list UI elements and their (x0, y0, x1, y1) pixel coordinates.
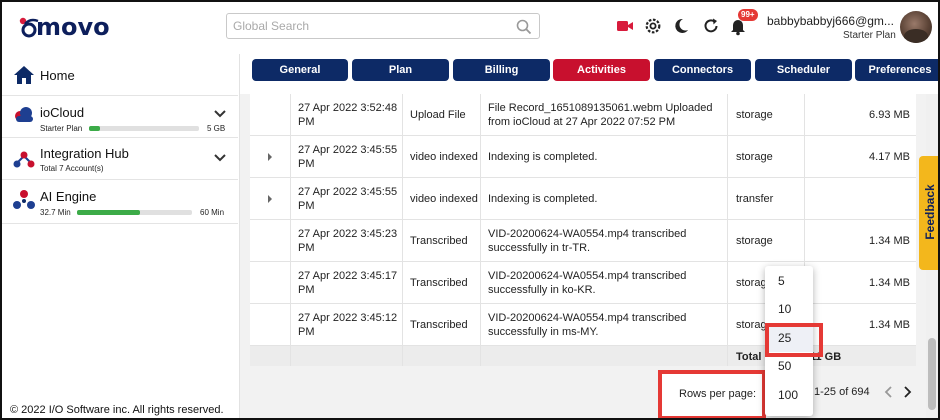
global-search[interactable] (226, 13, 540, 39)
video-camera-icon[interactable] (615, 16, 635, 36)
sidebar-item-home[interactable]: Home (2, 54, 238, 96)
cell-description: VID-20200624-WA0554.mp4 transcribed succ… (488, 311, 687, 338)
table-row: 27 Apr 2022 3:45:17 PM Transcribed VID-2… (250, 262, 916, 304)
table-row: 27 Apr 2022 3:45:55 PM video indexed Ind… (250, 136, 916, 178)
cell-description: Indexing is completed. (488, 150, 598, 163)
feedback-label: Feedback (923, 184, 937, 240)
iocloud-capacity: 5 GB (207, 124, 226, 133)
logo-text: movo (36, 13, 110, 41)
tab-connectors[interactable]: Connectors (654, 59, 751, 81)
cell-action: video indexed (410, 192, 478, 205)
cell-action: Transcribed (410, 234, 468, 247)
chevron-down-icon[interactable] (214, 154, 226, 162)
sidebar-item-iocloud[interactable]: ioCloud Starter Plan 5 GB (2, 96, 238, 138)
cell-size: 1.34 MB (869, 318, 910, 331)
rows-option-10[interactable]: 10 (765, 295, 813, 323)
cell-size (810, 178, 910, 219)
cell-type: storage (736, 108, 773, 121)
cloud-icon (15, 107, 33, 122)
sidebar-item-label: Integration Hub (40, 146, 129, 161)
cell-size: 1.34 MB (869, 276, 910, 289)
main-content: General Plan Billing Activities Connecto… (240, 54, 938, 418)
cell-description: File Record_1651089135061.webm Uploaded … (488, 101, 713, 128)
cell-action: Transcribed (410, 276, 468, 289)
scrollbar-thumb[interactable] (928, 338, 936, 410)
cell-type: storage (736, 150, 773, 163)
selected-option-highlight (765, 323, 823, 357)
integration-icon (13, 151, 35, 168)
sidebar-item-integration-hub[interactable]: Integration Hub Total 7 Account(s) (2, 138, 238, 180)
sidebar-item-label: AI Engine (40, 189, 97, 204)
tab-billing[interactable]: Billing (453, 59, 550, 81)
tab-activities[interactable]: Activities (553, 59, 650, 81)
chevron-right-icon[interactable] (900, 385, 914, 399)
cell-action: Transcribed (410, 318, 468, 331)
movo-logo[interactable]: movo (16, 14, 110, 40)
expand-row-icon[interactable] (266, 153, 274, 161)
cell-date: 27 Apr 2022 3:45:12 PM (298, 311, 398, 338)
sidebar: Home ioCloud Starter Plan 5 GB Integrati… (2, 54, 240, 418)
feedback-tab[interactable]: Feedback (919, 156, 938, 270)
cell-type: transfer (736, 192, 774, 205)
iocloud-progress-fill (89, 126, 100, 131)
cell-date: 27 Apr 2022 3:45:55 PM (298, 143, 398, 170)
avatar[interactable] (900, 11, 932, 43)
rows-option-100[interactable]: 100 (765, 381, 813, 409)
tab-general[interactable]: General (252, 59, 348, 81)
copyright-text: © 2022 I/O Software inc. All rights rese… (10, 404, 224, 416)
cell-description: VID-20200624-WA0554.mp4 transcribed succ… (488, 227, 687, 254)
chevron-left-icon[interactable] (882, 385, 896, 399)
ai-progress-fill (77, 210, 141, 215)
cell-date: 27 Apr 2022 3:45:55 PM (298, 185, 398, 212)
cell-size: 6.93 MB (869, 108, 910, 121)
cell-type: storage (736, 234, 773, 247)
tab-preferences[interactable]: Preferences (855, 59, 938, 81)
sidebar-item-sub: Starter Plan (40, 124, 83, 133)
home-icon (14, 66, 34, 84)
ai-minutes-used: 32.7 Min (40, 208, 71, 217)
movo-logo-mark-icon (19, 17, 39, 38)
ai-progress-bar (77, 210, 192, 215)
cell-size: 4.17 MB (869, 150, 910, 163)
app-frame: movo 99+ babbybabbyj66 (0, 0, 940, 420)
moon-icon[interactable] (671, 16, 691, 36)
cell-size: 1.34 MB (869, 234, 910, 247)
rows-option-5[interactable]: 5 (765, 267, 813, 295)
sidebar-item-sub: Total 7 Account(s) (40, 164, 104, 173)
cell-action: Upload File (410, 108, 466, 121)
expand-row-icon[interactable] (266, 195, 274, 203)
user-plan: Starter Plan (843, 30, 896, 41)
user-email[interactable]: babbybabbyj666@gm... (767, 14, 894, 28)
cell-date: 27 Apr 2022 3:45:23 PM (298, 227, 398, 254)
cell-date: 27 Apr 2022 3:45:17 PM (298, 269, 398, 296)
tab-plan[interactable]: Plan (352, 59, 449, 81)
table-row: 27 Apr 2022 3:45:23 PM Transcribed VID-2… (250, 220, 916, 262)
cell-date: 27 Apr 2022 3:52:48 PM (298, 101, 398, 128)
tab-bar: General Plan Billing Activities Connecto… (240, 54, 938, 94)
tab-scheduler[interactable]: Scheduler (755, 59, 852, 81)
cell-description: VID-20200624-WA0554.mp4 transcribed succ… (488, 269, 687, 296)
cell-description: Indexing is completed. (488, 192, 598, 205)
ai-engine-icon (13, 190, 35, 209)
search-icon[interactable] (515, 18, 533, 36)
gear-icon[interactable] (643, 16, 663, 36)
notification-badge: 99+ (738, 9, 758, 21)
ai-minutes-total: 60 Min (200, 208, 225, 217)
sidebar-item-ai-engine[interactable]: AI Engine 32.7 Min 60 Min (2, 180, 238, 224)
sidebar-item-label: Home (40, 68, 75, 83)
iocloud-progress-bar (89, 126, 199, 131)
chevron-down-icon[interactable] (214, 110, 226, 118)
table-row: 27 Apr 2022 3:52:48 PM Upload File File … (250, 94, 916, 136)
table-row: 27 Apr 2022 3:45:55 PM video indexed Ind… (250, 178, 916, 220)
cell-action: video indexed (410, 150, 478, 163)
search-input[interactable] (233, 17, 513, 35)
top-header: movo 99+ babbybabbyj66 (2, 2, 938, 54)
rows-per-page-label: Rows per page: (679, 388, 757, 400)
pagination-range: 1-25 of 694 (814, 386, 870, 398)
sidebar-item-label: ioCloud (40, 105, 85, 120)
refresh-icon[interactable] (701, 16, 721, 36)
